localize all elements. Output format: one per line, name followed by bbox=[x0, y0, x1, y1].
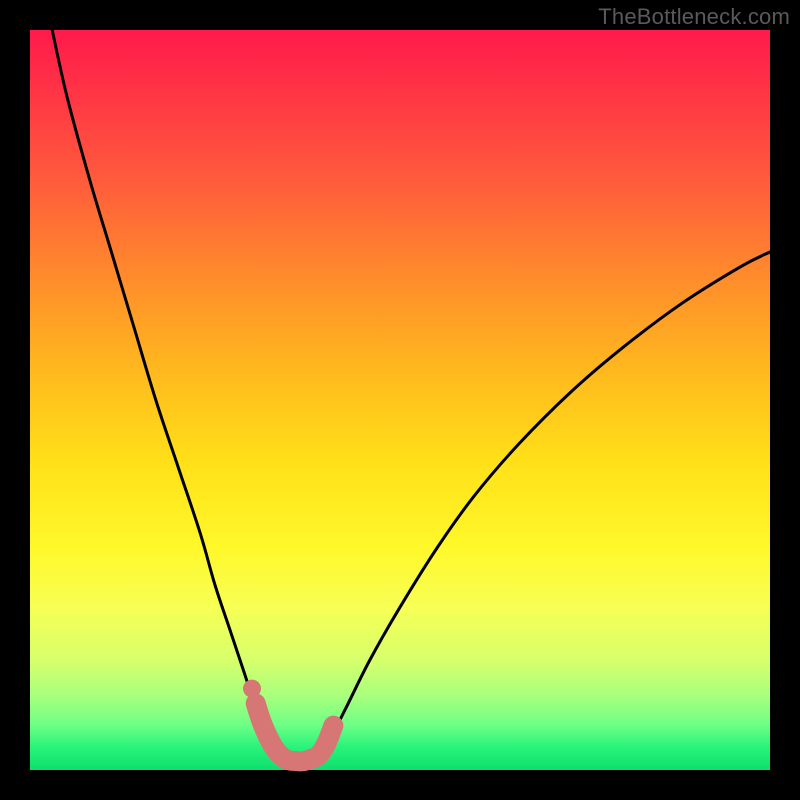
highlight-band bbox=[256, 703, 334, 761]
plot-area bbox=[30, 30, 770, 770]
chart-frame: TheBottleneck.com bbox=[0, 0, 800, 800]
highlight-dot bbox=[243, 680, 261, 698]
watermark-text: TheBottleneck.com bbox=[598, 4, 790, 30]
curve-layer bbox=[30, 30, 770, 770]
bottleneck-curve bbox=[52, 30, 770, 761]
